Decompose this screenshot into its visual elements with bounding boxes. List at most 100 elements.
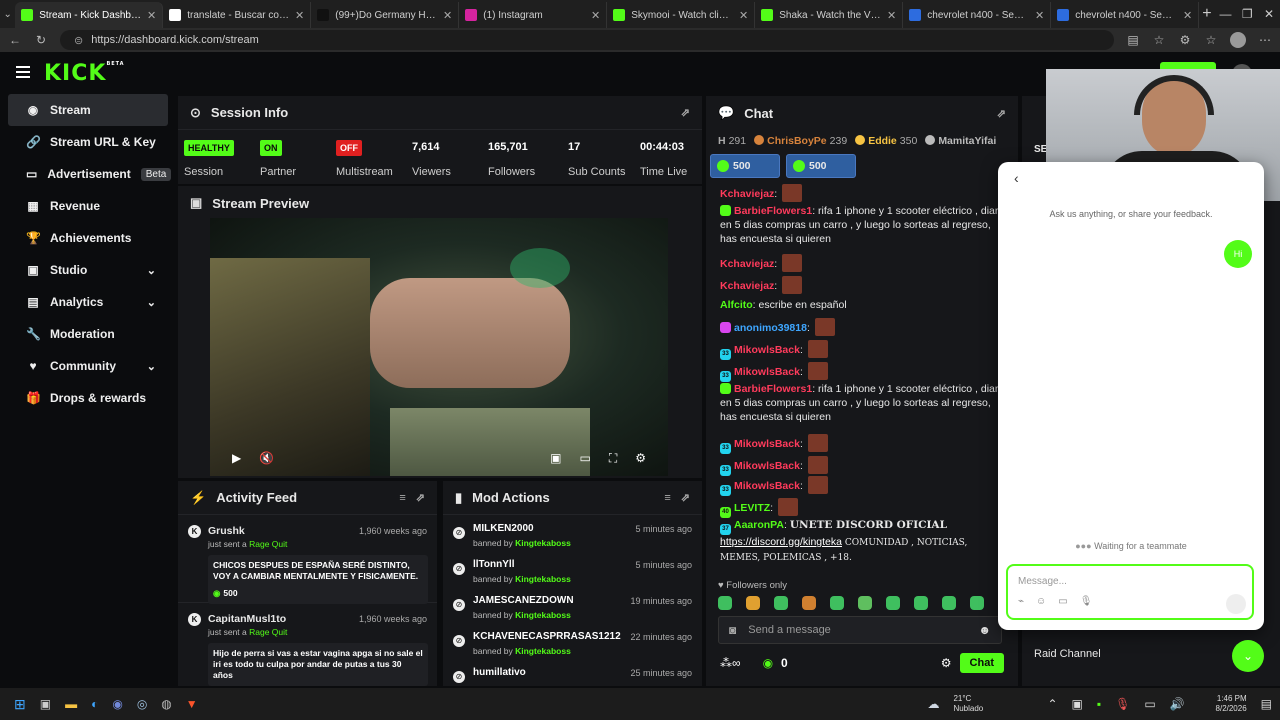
tab-close-icon[interactable]: ✕ xyxy=(591,9,600,22)
sidebar-item-advertisement[interactable]: ▭ Advertisement Beta xyxy=(8,158,172,190)
support-toggle-button[interactable]: ⌄ xyxy=(1232,640,1264,672)
chat-send-button[interactable]: Chat xyxy=(959,653,1004,673)
sidebar-item-stream[interactable]: ◉ Stream xyxy=(8,94,168,126)
mod-user[interactable]: JAMESCANEZDOWN xyxy=(473,595,574,606)
emoji-icon[interactable]: ☻ xyxy=(978,623,991,637)
mod-by-user[interactable]: Kingtekaboss xyxy=(515,646,571,656)
leaderboard-entry[interactable]: Eddie 350 xyxy=(855,135,917,147)
weather-widget[interactable]: 21°C Nublado xyxy=(953,694,1033,714)
reader-icon[interactable]: ▤ xyxy=(1126,33,1140,47)
gif-icon[interactable]: ▭ xyxy=(1058,596,1067,607)
close-window-icon[interactable]: ✕ xyxy=(1258,7,1280,21)
video-player[interactable]: ▶ 🔇 ▣ ▭ ⛶ ⚙ xyxy=(210,218,668,476)
chat-username[interactable]: BarbieFlowers1 xyxy=(734,383,812,395)
tab-close-icon[interactable]: ✕ xyxy=(147,9,156,22)
sidebar-item-achievements[interactable]: 🏆 Achievements xyxy=(8,222,168,254)
browser-tab[interactable]: Shaka - Watch the VOD on K ✕ xyxy=(755,2,904,28)
settings-icon[interactable]: ⚙ xyxy=(635,451,646,465)
leaderboard-entry[interactable]: ChrisBoyPe 239 xyxy=(754,135,847,147)
emote-picker-icon[interactable] xyxy=(886,596,900,610)
mod-by-user[interactable]: Kingtekaboss xyxy=(515,610,571,620)
feed-action-link[interactable]: Rage Quit xyxy=(249,627,287,637)
browser-tab[interactable]: (99+)Do Germany Have the K ✕ xyxy=(311,2,460,28)
clock[interactable]: 1:46 PM 8/2/2026 xyxy=(1199,694,1247,714)
emote-picker-icon[interactable] xyxy=(858,596,872,610)
browser-tab[interactable]: Skymooi - Watch clips on K ✕ xyxy=(607,2,756,28)
chat-username[interactable]: Kchaviejaz xyxy=(720,188,774,200)
chat-link[interactable]: https://discord.gg/kingteka xyxy=(720,536,842,548)
pip-icon[interactable]: ▣ xyxy=(550,451,561,465)
mod-popout-icon[interactable]: ⇗ xyxy=(681,491,690,504)
gift-card[interactable]: 500 xyxy=(786,154,856,178)
support-back-icon[interactable]: ‹ xyxy=(1014,170,1019,186)
site-info-icon[interactable]: ⊜ xyxy=(74,34,83,47)
hamburger-menu-icon[interactable] xyxy=(16,66,30,78)
play-icon[interactable]: ▶ xyxy=(232,451,241,465)
sidebar-item-revenue[interactable]: ▦ Revenue xyxy=(8,190,168,222)
chat-popout-icon[interactable]: ⇗ xyxy=(997,107,1006,120)
app-icon[interactable]: ◍ xyxy=(161,697,171,711)
mod-filter-icon[interactable]: ≡ xyxy=(664,492,670,504)
favorite-icon[interactable]: ☆ xyxy=(1152,33,1166,47)
mute-icon[interactable]: 🔇 xyxy=(259,451,274,465)
profile-avatar[interactable] xyxy=(1230,32,1246,48)
tab-close-icon[interactable]: ✕ xyxy=(1183,9,1192,22)
raid-channel-button[interactable]: Raid Channel xyxy=(1022,638,1232,670)
url-field[interactable]: ⊜ https://dashboard.kick.com/stream xyxy=(60,30,1114,50)
extensions-icon[interactable]: ⚙ xyxy=(1178,33,1192,47)
more-icon[interactable]: ⋯ xyxy=(1258,33,1272,47)
theater-icon[interactable]: ▭ xyxy=(579,451,590,465)
sidebar-item-studio[interactable]: ▣ Studio ⌄ xyxy=(8,254,168,286)
sidebar-item-stream-url-key[interactable]: 🔗 Stream URL & Key xyxy=(8,126,168,158)
chevron-down-icon[interactable]: ⌄ xyxy=(147,360,156,373)
emote-picker-icon[interactable] xyxy=(942,596,956,610)
task-view-icon[interactable]: ▣ xyxy=(40,697,51,711)
tab-close-icon[interactable]: ✕ xyxy=(443,9,452,22)
chevron-down-icon[interactable]: ⌄ xyxy=(147,264,156,277)
feed-action-link[interactable]: Rage Quit xyxy=(249,539,287,549)
chat-username[interactable]: Kchaviejaz xyxy=(720,280,774,292)
feed-user[interactable]: CapitanMusl1to xyxy=(208,613,286,625)
support-message-box[interactable]: Message... ⌁ ☺ ▭ 🎙 xyxy=(1006,564,1254,620)
chat-username[interactable]: Alfcito xyxy=(720,299,753,311)
emote-picker-icon[interactable] xyxy=(830,596,844,610)
new-tab-icon[interactable]: + xyxy=(1199,5,1214,23)
sidebar-item-analytics[interactable]: ▤ Analytics ⌄ xyxy=(8,286,168,318)
mod-user[interactable]: KCHAVENECASPRRASAS1212 xyxy=(473,631,621,642)
collections-icon[interactable]: ☆ xyxy=(1204,33,1218,47)
feed-user[interactable]: Grushk xyxy=(208,525,245,537)
tab-close-icon[interactable]: ✕ xyxy=(887,9,896,22)
chat-settings-small-icon[interactable]: ◙ xyxy=(729,623,736,637)
chat-username[interactable]: LEVITZ xyxy=(734,502,770,514)
mod-user[interactable]: llTonnYll xyxy=(473,559,514,570)
back-icon[interactable]: ← xyxy=(8,33,22,47)
file-explorer-icon[interactable]: ▬ xyxy=(65,697,77,711)
popout-icon[interactable]: ⇗ xyxy=(681,106,690,119)
support-send-icon[interactable] xyxy=(1226,594,1246,614)
tab-close-icon[interactable]: ✕ xyxy=(295,9,304,22)
tray-app-icon[interactable]: ▣ xyxy=(1072,697,1083,711)
filter-icon[interactable]: ≡ xyxy=(399,492,405,504)
browser-tab[interactable]: Stream - Kick Dashboard ✕ xyxy=(15,2,164,28)
steam-icon[interactable]: ◎ xyxy=(137,697,147,711)
tray-chevron-icon[interactable]: ⌃ xyxy=(1047,697,1057,711)
brave-icon[interactable]: ▼ xyxy=(186,697,198,711)
emote-picker-icon[interactable] xyxy=(970,596,984,610)
gift-card[interactable]: 500 xyxy=(710,154,780,178)
activity-popout-icon[interactable]: ⇗ xyxy=(416,491,425,504)
emote-picker-icon[interactable] xyxy=(718,596,732,610)
chat-username[interactable]: MikowlsBack xyxy=(734,438,800,450)
chat-username[interactable]: Kchaviejaz xyxy=(720,258,774,270)
tab-list-button[interactable]: ⌄ xyxy=(0,9,15,20)
chat-username[interactable]: MikowlsBack xyxy=(734,480,800,492)
chevron-down-icon[interactable]: ⌄ xyxy=(147,296,156,309)
mod-user[interactable]: MILKEN2000 xyxy=(473,523,534,534)
kick-logo[interactable]: KICKBETA xyxy=(44,61,125,86)
network-icon[interactable]: ▭ xyxy=(1144,697,1155,711)
emote-picker-icon[interactable] xyxy=(746,596,760,610)
tab-close-icon[interactable]: ✕ xyxy=(1035,9,1044,22)
chat-input[interactable]: ◙ Send a message ☻ xyxy=(718,616,1002,644)
chat-username[interactable]: MikowlsBack xyxy=(734,344,800,356)
restore-icon[interactable]: ❐ xyxy=(1236,7,1258,21)
mic-icon[interactable]: 🎙 xyxy=(1080,596,1093,607)
